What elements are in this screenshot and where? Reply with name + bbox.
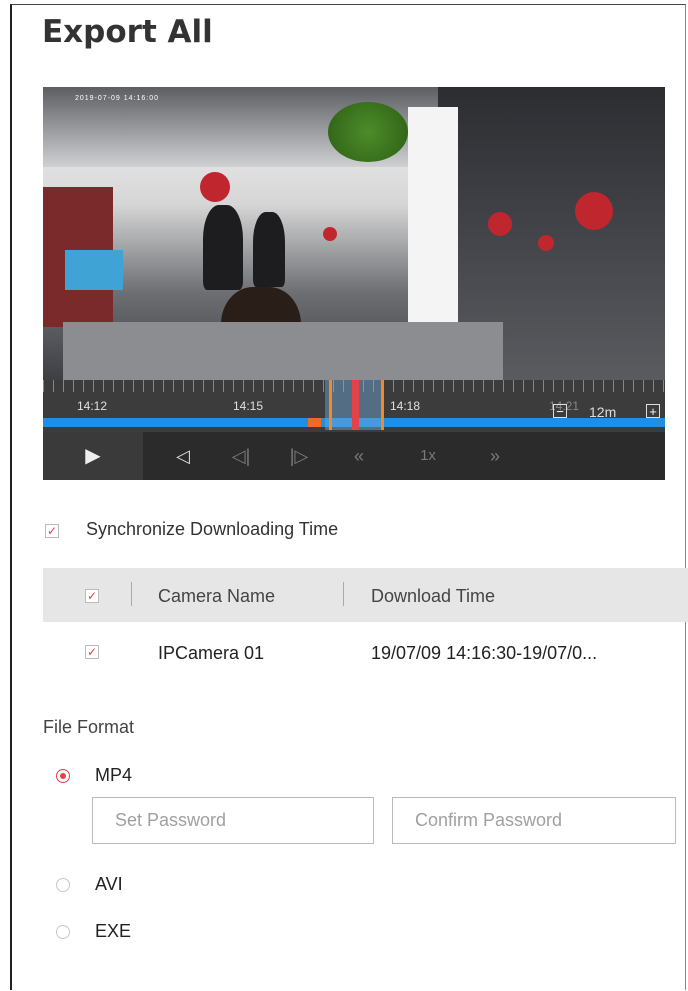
video-preview[interactable]: 2019-07-09 14:16:00 — [43, 87, 665, 380]
play-icon: ▶ — [85, 445, 101, 467]
video-monitor — [65, 250, 123, 290]
dialog-title: Export All — [42, 14, 213, 50]
timeline-label: 14:15 — [233, 399, 264, 413]
video-osd-time: 2019-07-09 14:16:00 — [75, 95, 159, 102]
timeline-label: 14:12 — [77, 399, 108, 413]
set-password-input[interactable] — [92, 797, 374, 844]
slow-down-button[interactable]: « — [339, 432, 379, 480]
playback-controls: ▶ ◁ ◁| |▷ « 1x » — [43, 432, 665, 480]
column-header-camera[interactable]: Camera Name — [158, 586, 275, 607]
table-header: ✓ Camera Name Download Time — [43, 568, 688, 622]
file-format-label: File Format — [43, 717, 135, 737]
video-lantern — [538, 235, 554, 251]
zoom-in-button[interactable]: + — [646, 404, 660, 418]
select-all-checkbox[interactable]: ✓ — [85, 589, 99, 603]
timeline-label: 14:18 — [390, 399, 421, 413]
step-back-icon: ◁| — [231, 446, 251, 466]
confirm-password-input[interactable] — [392, 797, 676, 844]
timeline[interactable]: 14:12 14:15 14:18 14:21 − 12m + — [43, 380, 665, 432]
zoom-level: 12m — [589, 404, 617, 420]
slow-icon: « — [353, 446, 364, 466]
speed-up-button[interactable]: » — [475, 432, 515, 480]
video-person — [203, 205, 243, 290]
zoom-out-button[interactable]: − — [553, 404, 567, 418]
video-lantern — [575, 192, 613, 230]
range-start-handle[interactable] — [329, 380, 332, 430]
column-header-download-time[interactable]: Download Time — [371, 586, 495, 607]
camera-name-cell: IPCamera 01 — [158, 643, 265, 663]
video-person — [253, 212, 285, 287]
download-time-cell[interactable]: 19/07/09 14:16:30-19/07/0... — [371, 643, 597, 664]
format-radio-exe[interactable] — [56, 925, 70, 939]
sync-checkbox[interactable]: ✓ — [45, 524, 59, 538]
sync-label: Synchronize Downloading Time — [86, 519, 339, 539]
column-separator — [131, 582, 132, 606]
previous-frame-button[interactable]: ◁| — [221, 432, 261, 480]
video-lantern — [488, 212, 512, 236]
timeline-marker — [308, 418, 321, 427]
video-plant — [328, 102, 408, 162]
step-forward-icon: |▷ — [289, 446, 309, 466]
format-radio-mp4[interactable] — [56, 769, 70, 783]
column-separator — [343, 582, 344, 606]
reverse-icon: ◁ — [176, 446, 190, 466]
check-icon: ✓ — [46, 524, 58, 538]
video-desk — [63, 322, 503, 380]
format-label-mp4: MP4 — [95, 765, 133, 785]
reverse-play-button[interactable]: ◁ — [163, 432, 203, 480]
playback-cursor[interactable] — [352, 380, 359, 430]
next-frame-button[interactable]: |▷ — [279, 432, 319, 480]
row-checkbox[interactable]: ✓ — [85, 645, 99, 659]
video-lantern — [200, 172, 230, 202]
video-lantern — [323, 227, 337, 241]
range-end-handle[interactable] — [381, 380, 384, 430]
format-radio-avi[interactable] — [56, 878, 70, 892]
check-icon: ✓ — [86, 589, 98, 603]
format-label-exe: EXE — [95, 921, 132, 941]
play-button[interactable]: ▶ — [43, 432, 143, 480]
speed-label: 1x — [420, 447, 436, 464]
fast-icon: » — [489, 446, 500, 466]
format-label-avi: AVI — [95, 874, 123, 894]
check-icon: ✓ — [86, 645, 98, 659]
